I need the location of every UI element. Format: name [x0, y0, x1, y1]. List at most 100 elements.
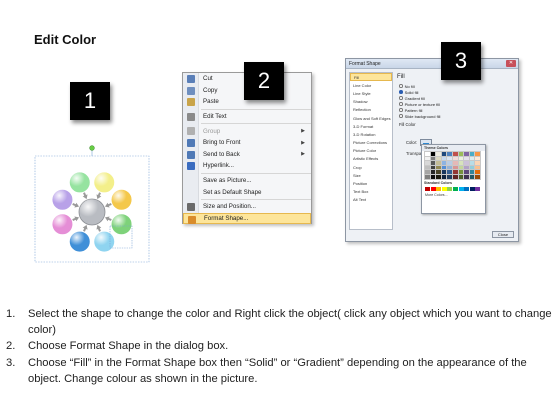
color-swatch[interactable]	[440, 164, 448, 171]
color-swatch[interactable]	[435, 173, 443, 180]
color-swatch[interactable]	[435, 164, 443, 171]
color-swatch[interactable]	[446, 155, 454, 162]
nav-item-picture-color[interactable]: Picture Color	[350, 147, 392, 155]
color-swatch[interactable]	[446, 173, 454, 180]
nav-item-size[interactable]: Size	[350, 171, 392, 179]
color-swatch[interactable]	[446, 164, 454, 171]
nav-item-alt-text[interactable]: Alt Text	[350, 196, 392, 204]
color-swatch[interactable]	[463, 151, 471, 157]
color-swatch[interactable]	[435, 151, 443, 157]
menu-item-format-shape[interactable]: Format Shape...	[183, 212, 311, 225]
color-swatch[interactable]	[441, 186, 447, 191]
nav-item-line-color[interactable]: Line Color	[350, 81, 392, 89]
color-swatch[interactable]	[468, 164, 476, 171]
nav-item-glow-and-soft-edges[interactable]: Glow and Soft Edges	[350, 114, 392, 122]
color-swatch[interactable]	[446, 169, 454, 176]
color-swatch[interactable]	[464, 186, 470, 191]
radio-icon[interactable]	[399, 108, 403, 112]
color-swatch[interactable]	[469, 186, 475, 191]
nav-item-fill[interactable]: Fill	[350, 73, 392, 82]
color-swatch[interactable]	[435, 169, 443, 176]
color-swatch[interactable]	[451, 151, 459, 157]
color-swatch[interactable]	[446, 151, 454, 157]
color-swatch[interactable]	[474, 173, 482, 180]
color-swatch[interactable]	[424, 169, 431, 176]
color-swatch[interactable]	[451, 155, 459, 162]
color-swatch[interactable]	[457, 155, 465, 162]
nav-item-shadow[interactable]: Shadow	[350, 98, 392, 106]
color-swatch[interactable]	[435, 160, 443, 167]
color-swatch[interactable]	[474, 169, 482, 176]
color-swatch[interactable]	[463, 160, 471, 167]
menu-item-size-and-position[interactable]: Size and Position...	[183, 201, 311, 213]
radio-icon[interactable]	[399, 102, 403, 106]
color-swatch[interactable]	[429, 164, 437, 171]
dialog-close-button[interactable]: Close	[492, 231, 514, 238]
color-swatch[interactable]	[457, 164, 465, 171]
radio-icon[interactable]	[399, 84, 403, 88]
color-swatch[interactable]	[468, 155, 476, 162]
color-swatch[interactable]	[451, 169, 459, 176]
color-swatch[interactable]	[440, 155, 448, 162]
close-icon[interactable]: ✕	[506, 60, 516, 67]
color-swatch[interactable]	[429, 160, 437, 167]
nav-item-3-d-format[interactable]: 3-D Format	[350, 122, 392, 130]
color-swatch[interactable]	[429, 173, 437, 180]
color-swatch[interactable]	[430, 186, 436, 191]
color-swatch[interactable]	[424, 173, 431, 180]
menu-item-set-as-default-shape[interactable]: Set as Default Shape	[183, 186, 311, 198]
color-swatch[interactable]	[436, 186, 442, 191]
color-swatch[interactable]	[463, 169, 471, 176]
nav-item-line-style[interactable]: Line Style	[350, 89, 392, 97]
color-swatch[interactable]	[451, 160, 459, 167]
color-swatch[interactable]	[446, 160, 454, 167]
nav-item-text-box[interactable]: Text Box	[350, 188, 392, 196]
color-swatch[interactable]	[452, 186, 458, 191]
color-swatch[interactable]	[463, 173, 471, 180]
color-swatch[interactable]	[440, 169, 448, 176]
color-swatch[interactable]	[440, 173, 448, 180]
color-swatch[interactable]	[463, 155, 471, 162]
color-swatch[interactable]	[424, 151, 431, 157]
color-swatch[interactable]	[475, 186, 481, 191]
color-swatch[interactable]	[468, 160, 476, 167]
fill-option-slide-background-fill[interactable]: Slide background fill	[399, 113, 516, 119]
color-swatch[interactable]	[474, 155, 482, 162]
color-swatch[interactable]	[451, 164, 459, 171]
color-swatch[interactable]	[474, 160, 482, 167]
color-swatch[interactable]	[451, 173, 459, 180]
circle-diagram[interactable]	[30, 140, 154, 266]
more-colors-link[interactable]: More Colors...	[422, 192, 485, 198]
color-swatch[interactable]	[424, 160, 431, 167]
menu-item-group[interactable]: Group ▶	[183, 125, 311, 137]
diagram-canvas[interactable]	[30, 140, 154, 266]
menu-item-edit-text[interactable]: Edit Text	[183, 111, 311, 123]
nav-item-position[interactable]: Position	[350, 179, 392, 187]
color-swatch[interactable]	[425, 186, 430, 191]
color-swatch[interactable]	[429, 169, 437, 176]
color-swatch[interactable]	[440, 151, 448, 157]
color-swatch[interactable]	[429, 155, 437, 162]
color-swatch[interactable]	[458, 186, 464, 191]
nav-item-reflection[interactable]: Reflection	[350, 106, 392, 114]
menu-item-bring-to-front[interactable]: Bring to Front ▶	[183, 137, 311, 149]
menu-item-save-as-picture[interactable]: Save as Picture...	[183, 175, 311, 187]
nav-item-picture-corrections[interactable]: Picture Corrections	[350, 139, 392, 147]
menu-item-hyperlink[interactable]: Hyperlink...	[183, 160, 311, 172]
radio-icon[interactable]	[399, 114, 403, 118]
nav-item-3-d-rotation[interactable]: 3-D Rotation	[350, 130, 392, 138]
radio-icon[interactable]	[399, 96, 403, 100]
color-swatch[interactable]	[457, 173, 465, 180]
rotate-handle[interactable]	[89, 145, 95, 151]
color-swatch[interactable]	[440, 160, 448, 167]
nav-item-artistic-effects[interactable]: Artistic Effects	[350, 155, 392, 163]
color-swatch[interactable]	[468, 151, 476, 157]
color-swatch[interactable]	[457, 151, 465, 157]
color-swatch[interactable]	[474, 164, 482, 171]
menu-item-send-to-back[interactable]: Send to Back ▶	[183, 149, 311, 161]
color-swatch[interactable]	[468, 173, 476, 180]
color-swatch[interactable]	[424, 164, 431, 171]
color-swatch[interactable]	[457, 160, 465, 167]
color-swatch[interactable]	[424, 155, 431, 162]
radio-icon[interactable]	[399, 90, 403, 94]
